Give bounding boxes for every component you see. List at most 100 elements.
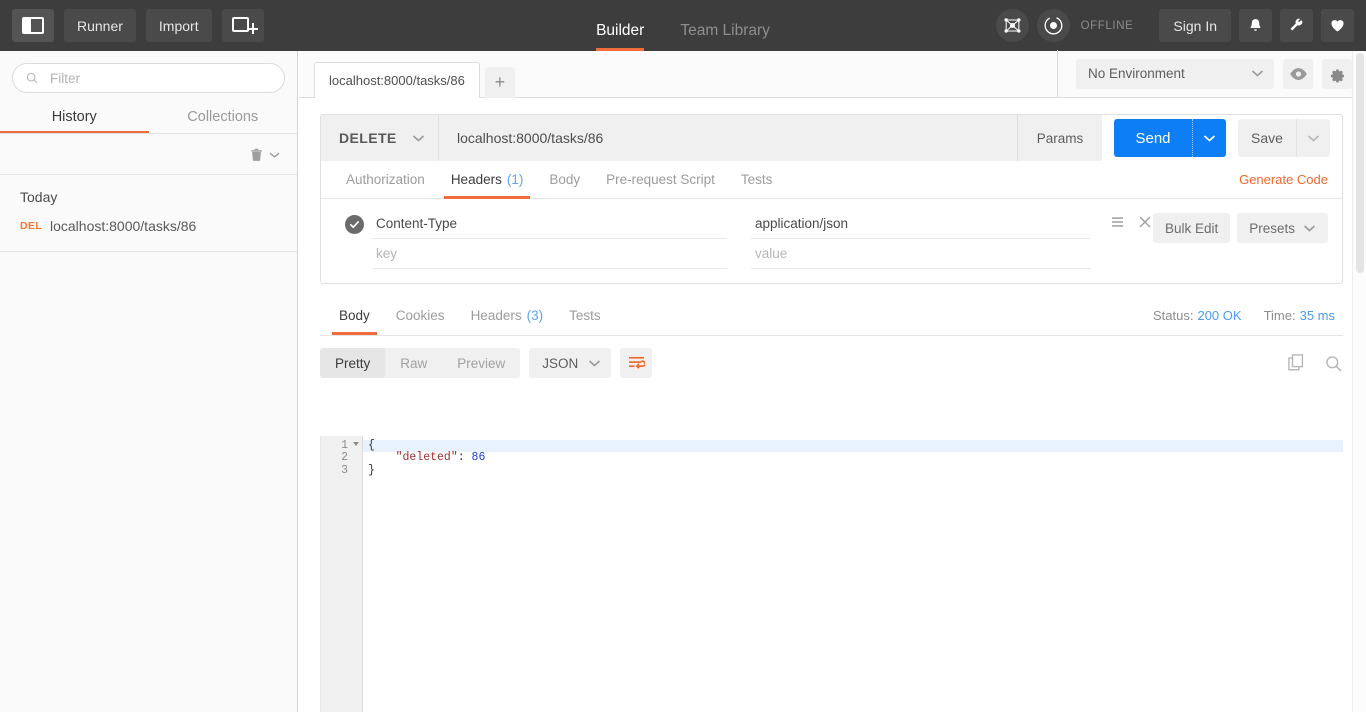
environment-select[interactable]: No Environment	[1076, 58, 1274, 89]
line-number: 3	[341, 463, 348, 477]
environment-value: No Environment	[1088, 66, 1185, 81]
response-meta: Status: 200 OK Time: 35 ms	[1153, 308, 1343, 323]
response-body-editor[interactable]: 1 2 3 { "deleted": 86 }	[320, 436, 1343, 712]
environment-quick-look-button[interactable]	[1283, 58, 1313, 89]
header-new-key-input[interactable]: key	[372, 239, 727, 269]
filter-input[interactable]	[48, 69, 272, 87]
gear-icon	[1330, 68, 1345, 83]
header-row-actions	[1108, 215, 1154, 233]
import-button[interactable]: Import	[145, 9, 212, 42]
headers-table-new-row: key value	[321, 239, 1342, 269]
check-icon	[350, 220, 359, 228]
fold-caret-icon[interactable]	[353, 442, 359, 446]
send-button[interactable]: Send	[1114, 119, 1192, 157]
bulk-edit-button[interactable]: Bulk Edit	[1152, 213, 1231, 243]
network-icon[interactable]	[995, 9, 1029, 42]
sign-in-button[interactable]: Sign In	[1159, 9, 1231, 42]
runner-button[interactable]: Runner	[64, 9, 136, 42]
response-view-mode-group: Pretty Raw Preview	[320, 348, 521, 378]
view-mode-raw[interactable]: Raw	[385, 348, 442, 378]
request-tab-authorization[interactable]: Authorization	[333, 161, 438, 199]
http-method-select[interactable]: DELETE	[321, 115, 439, 161]
response-time-label: Time:	[1263, 308, 1296, 323]
wrench-icon[interactable]	[1280, 9, 1313, 42]
header-key-value: Content-Type	[376, 216, 458, 231]
header-new-row-checkbox-placeholder	[345, 245, 364, 264]
heart-icon[interactable]	[1321, 9, 1354, 42]
sidebar-toggle-button[interactable]	[12, 9, 54, 42]
response-tab-body-label: Body	[339, 308, 370, 323]
add-request-tab-button[interactable]: +	[484, 67, 515, 98]
sidebar-tab-history-label: History	[51, 109, 97, 125]
filter-container	[0, 51, 297, 93]
page-scrollbar[interactable]	[1352, 51, 1366, 712]
request-tab-pre-request-script[interactable]: Pre-request Script	[593, 161, 728, 199]
request-tab-tests-label: Tests	[740, 172, 773, 187]
sidebar-tab-history[interactable]: History	[0, 103, 149, 134]
tab-builder[interactable]: Builder	[596, 22, 645, 51]
chevron-down-icon	[1251, 70, 1264, 77]
response-tab-body[interactable]: Body	[326, 297, 383, 335]
editor-code-area[interactable]: { "deleted": 86 }	[363, 436, 1343, 712]
send-label: Send	[1135, 129, 1171, 147]
history-divider	[0, 251, 297, 252]
history-item[interactable]: DEL localhost:8000/tasks/86	[0, 209, 297, 243]
url-input-wrap[interactable]	[439, 115, 1017, 161]
request-tab-headers[interactable]: Headers (1)	[438, 161, 537, 199]
view-mode-pretty[interactable]: Pretty	[320, 348, 386, 378]
code-line: {	[363, 439, 1343, 453]
url-input[interactable]	[455, 129, 1017, 147]
response-status-label: Status:	[1153, 308, 1194, 323]
sidebar-tab-collections-label: Collections	[187, 109, 259, 125]
presets-button[interactable]: Presets	[1237, 213, 1328, 243]
tab-team-library[interactable]: Team Library	[680, 22, 770, 51]
header-row-enabled-checkbox[interactable]	[345, 214, 364, 234]
filter-box[interactable]	[12, 63, 285, 93]
response-format-select[interactable]: JSON	[529, 348, 612, 378]
response-format-value: JSON	[542, 355, 579, 371]
response-tab-headers-label: Headers	[470, 308, 522, 323]
view-mode-preview[interactable]: Preview	[442, 348, 520, 378]
environment-settings-button[interactable]	[1322, 58, 1352, 89]
code-token-number: 86	[471, 451, 486, 465]
response-tab-headers[interactable]: Headers (3)	[458, 297, 557, 335]
bell-icon[interactable]	[1239, 9, 1272, 42]
chevron-down-icon[interactable]	[269, 151, 280, 159]
sidebar-tab-collections[interactable]: Collections	[149, 103, 298, 134]
request-tab[interactable]: localhost:8000/tasks/86	[314, 62, 480, 98]
header-left-group: Runner Import	[0, 9, 264, 42]
header-row-delete-icon[interactable]	[1136, 215, 1154, 233]
header-row-menu-icon[interactable]	[1108, 215, 1126, 233]
search-icon	[26, 72, 38, 84]
wrap-lines-button[interactable]	[620, 348, 653, 378]
main-content: localhost:8000/tasks/86 + No Environment	[299, 50, 1366, 712]
copy-icon[interactable]	[1288, 354, 1306, 372]
search-icon[interactable]	[1324, 354, 1343, 373]
response-tab-cookies[interactable]: Cookies	[383, 297, 458, 335]
chevron-down-icon	[412, 134, 425, 142]
trash-icon[interactable]	[249, 147, 264, 163]
save-button[interactable]: Save	[1238, 119, 1296, 157]
code-token-key: "deleted"	[395, 451, 458, 465]
bulk-edit-label: Bulk Edit	[1164, 220, 1219, 236]
headers-table-tools: Bulk Edit Presets	[1152, 213, 1328, 243]
response-tab-tests[interactable]: Tests	[556, 297, 614, 335]
new-tab-button[interactable]	[221, 9, 264, 42]
request-tab-body[interactable]: Body	[536, 161, 593, 199]
header-key-input[interactable]: Content-Type	[372, 209, 727, 239]
request-tab-body-label: Body	[549, 172, 581, 187]
response-tab-tests-label: Tests	[569, 308, 601, 323]
generate-code-label: Generate Code	[1239, 172, 1328, 187]
header-value-input[interactable]: application/json	[751, 209, 1091, 239]
sync-icon[interactable]	[1036, 9, 1070, 42]
code-line: "deleted": 86	[363, 452, 1343, 464]
url-row: DELETE Params Send	[321, 115, 1342, 161]
send-options-button[interactable]	[1192, 119, 1226, 157]
generate-code-link[interactable]: Generate Code	[1239, 172, 1328, 187]
wrap-lines-icon	[628, 356, 645, 369]
request-tab-tests[interactable]: Tests	[728, 161, 786, 199]
params-button[interactable]: Params	[1017, 115, 1102, 161]
header-new-value-input[interactable]: value	[751, 239, 1091, 269]
page-scrollbar-thumb[interactable]	[1356, 53, 1364, 273]
save-options-button[interactable]	[1296, 119, 1330, 157]
